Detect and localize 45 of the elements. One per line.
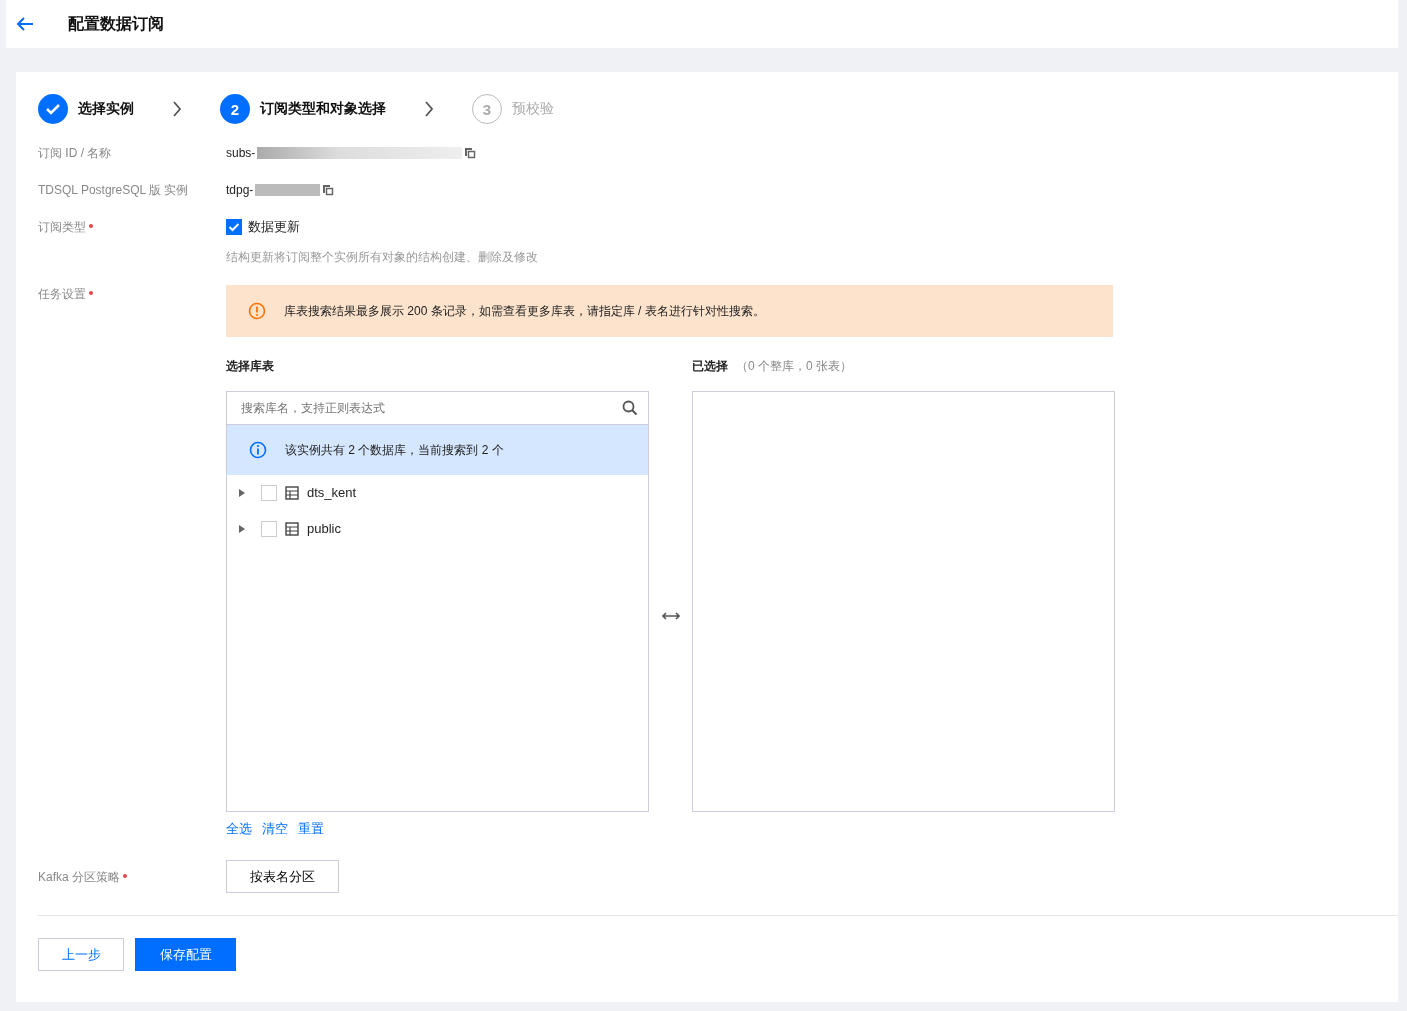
chevron-right-icon bbox=[424, 101, 434, 117]
step-indicator: 2 bbox=[220, 94, 250, 124]
action-link[interactable]: 清空 bbox=[262, 820, 288, 838]
section-title: 选择库表 bbox=[226, 358, 274, 375]
field-label: 订阅类型 bbox=[38, 219, 86, 236]
field-hint: 结构更新将订阅整个实例所有对象的结构创建、删除及修改 bbox=[226, 249, 538, 266]
caret-icon[interactable] bbox=[239, 489, 245, 497]
action-link[interactable]: 重置 bbox=[298, 820, 324, 838]
section-title: 已选择 bbox=[692, 358, 728, 375]
info-icon bbox=[249, 441, 267, 459]
caret-icon[interactable] bbox=[239, 525, 245, 533]
database-name[interactable]: public bbox=[307, 520, 341, 538]
checkbox[interactable] bbox=[261, 521, 277, 537]
field-label: 任务设置 bbox=[38, 286, 86, 303]
warning-icon bbox=[248, 302, 266, 320]
search-icon[interactable] bbox=[622, 400, 638, 416]
chevron-right-icon bbox=[172, 101, 182, 117]
field-value: subs- bbox=[226, 145, 256, 162]
page-title: 配置数据订阅 bbox=[68, 13, 164, 34]
field-label: 订阅 ID / 名称 bbox=[38, 145, 112, 162]
redacted-bar bbox=[255, 184, 321, 196]
info-text: 该实例共有 2 个数据库，当前搜索到 2 个 bbox=[285, 442, 504, 459]
copy-icon[interactable] bbox=[464, 147, 477, 159]
action-link[interactable]: 全选 bbox=[226, 820, 252, 838]
database-table-icon bbox=[285, 486, 299, 500]
field-label: Kafka 分区策略 bbox=[38, 869, 121, 886]
selection-summary: （0 个整库，0 张表） bbox=[736, 358, 852, 375]
double-arrow-icon bbox=[661, 610, 680, 621]
back-arrow-icon[interactable] bbox=[16, 17, 34, 31]
partition-option-button[interactable]: 按表名分区 bbox=[226, 860, 339, 893]
checkbox[interactable] bbox=[261, 485, 277, 501]
field-label: TDSQL PostgreSQL 版 实例 bbox=[38, 182, 189, 199]
checkbox[interactable] bbox=[226, 219, 242, 235]
search-field[interactable]: 搜索库名，支持正则表达式 bbox=[239, 400, 622, 416]
checkbox-label: 数据更新 bbox=[248, 218, 300, 236]
save-button[interactable]: 保存配置 bbox=[135, 938, 236, 971]
step-label: 预校验 bbox=[512, 100, 554, 118]
field-value: tdpg- bbox=[226, 182, 254, 199]
copy-icon[interactable] bbox=[322, 184, 335, 196]
back-button[interactable]: 上一步 bbox=[38, 938, 124, 971]
alert-text: 库表搜索结果最多展示 200 条记录，如需查看更多库表，请指定库 / 表名进行针对性搜索。 bbox=[284, 303, 765, 320]
step-label: 选择实例 bbox=[78, 100, 134, 118]
database-name[interactable]: dts_kent bbox=[307, 484, 357, 502]
step-label: 订阅类型和对象选择 bbox=[260, 100, 386, 118]
database-table-icon bbox=[285, 522, 299, 536]
